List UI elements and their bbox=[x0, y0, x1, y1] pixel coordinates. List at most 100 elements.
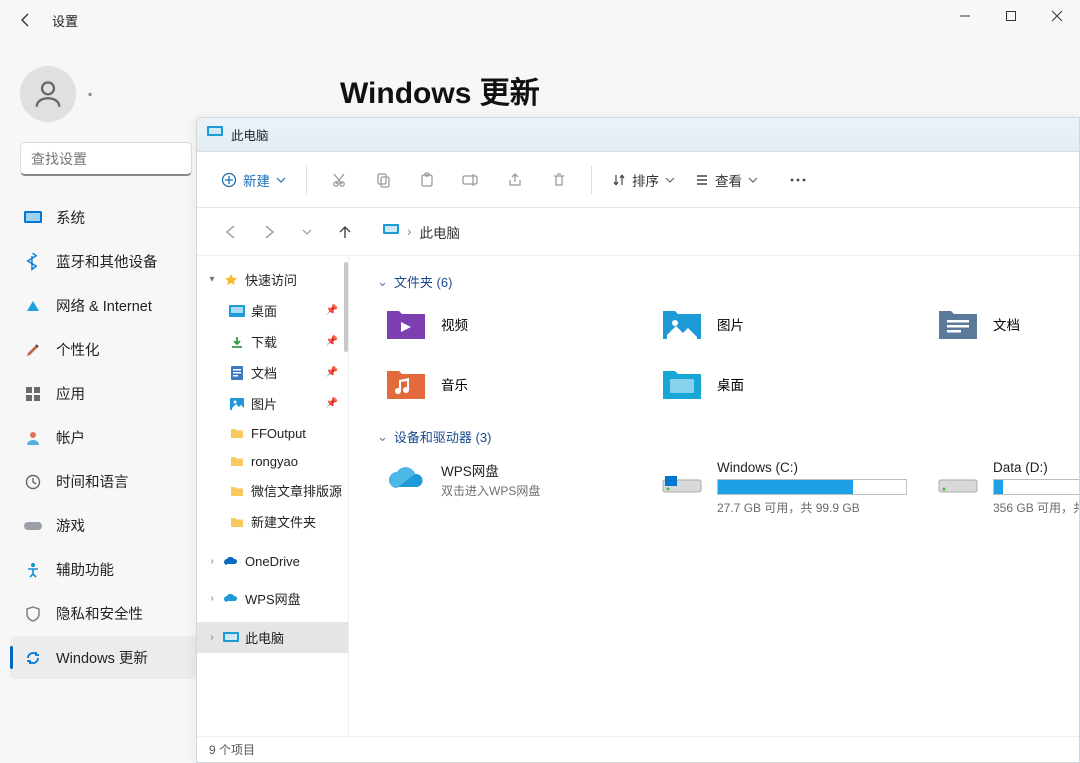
scrollbar[interactable] bbox=[344, 256, 348, 736]
rename-button[interactable] bbox=[451, 162, 491, 198]
folder-icon bbox=[229, 483, 245, 499]
tree-quick-access[interactable]: ▾ 快速访问 bbox=[197, 264, 348, 295]
share-icon bbox=[507, 172, 523, 188]
avatar bbox=[20, 66, 76, 122]
explorer-titlebar[interactable]: 此电脑 bbox=[197, 118, 1079, 152]
pin-icon: 📌 bbox=[326, 336, 338, 347]
new-button[interactable]: 新建 bbox=[213, 164, 294, 196]
address-bar[interactable]: › 此电脑 bbox=[373, 222, 470, 242]
nav-label: 蓝牙和其他设备 bbox=[56, 251, 158, 272]
tree-item-downloads[interactable]: 下载📌 bbox=[197, 326, 348, 357]
nav-recent-dropdown[interactable] bbox=[289, 215, 325, 249]
minimize-button[interactable] bbox=[942, 0, 988, 32]
maximize-button[interactable] bbox=[988, 0, 1034, 32]
drive-icon bbox=[661, 460, 703, 498]
nav-back-button[interactable] bbox=[213, 215, 249, 249]
settings-title: 设置 bbox=[52, 11, 78, 30]
breadcrumb-root[interactable]: 此电脑 bbox=[420, 222, 461, 242]
tree-item-folder[interactable]: rongyao bbox=[197, 447, 348, 475]
tree-item-documents[interactable]: 文档📌 bbox=[197, 357, 348, 388]
nav-gaming[interactable]: 游戏 bbox=[10, 504, 200, 547]
more-button[interactable] bbox=[778, 162, 818, 198]
device-drive-c[interactable]: Windows (C:) 27.7 GB 可用，共 99.9 GB bbox=[653, 456, 923, 520]
settings-titlebar: 设置 bbox=[0, 0, 1080, 40]
chevron-down-icon bbox=[665, 175, 675, 185]
delete-button[interactable] bbox=[539, 162, 579, 198]
tree-onedrive[interactable]: ›OneDrive bbox=[197, 547, 348, 575]
tree-item-folder[interactable]: 新建文件夹 bbox=[197, 506, 348, 537]
nav-label: 系统 bbox=[56, 207, 85, 228]
group-label: 设备和驱动器 (3) bbox=[394, 427, 492, 446]
folder-music[interactable]: 音乐 bbox=[377, 361, 647, 407]
nav-accessibility[interactable]: 辅助功能 bbox=[10, 548, 200, 591]
rename-icon bbox=[462, 173, 480, 187]
downloads-icon bbox=[229, 334, 245, 350]
nav-privacy[interactable]: 隐私和安全性 bbox=[10, 592, 200, 635]
folder-icon bbox=[229, 514, 245, 530]
caret-down-icon: ▾ bbox=[207, 274, 217, 285]
view-button[interactable]: 查看 bbox=[687, 164, 766, 196]
this-pc-icon bbox=[207, 125, 223, 144]
tree-this-pc[interactable]: ›此电脑 bbox=[197, 622, 348, 653]
tree-item-folder[interactable]: 微信文章排版源 bbox=[197, 475, 348, 506]
nav-bluetooth[interactable]: 蓝牙和其他设备 bbox=[10, 240, 200, 283]
folder-icon bbox=[229, 425, 245, 441]
caret-right-icon: › bbox=[207, 556, 217, 567]
folder-videos[interactable]: 视频 bbox=[377, 301, 647, 347]
arrow-up-icon bbox=[337, 224, 353, 240]
share-button[interactable] bbox=[495, 162, 535, 198]
tree-item-pictures[interactable]: 图片📌 bbox=[197, 388, 348, 419]
item-count: 9 个项目 bbox=[209, 741, 255, 758]
device-sub: 双击进入WPS网盘 bbox=[441, 482, 540, 499]
arrow-left-icon bbox=[223, 224, 239, 240]
back-button[interactable] bbox=[10, 4, 42, 36]
this-pc-icon bbox=[223, 630, 239, 646]
nav-forward-button[interactable] bbox=[251, 215, 287, 249]
sort-button[interactable]: 排序 bbox=[604, 164, 683, 196]
nav-time[interactable]: 时间和语言 bbox=[10, 460, 200, 503]
tree-label: 桌面 bbox=[251, 301, 277, 320]
device-drive-d[interactable]: Data (D:) 356 GB 可用，共 bbox=[929, 456, 1079, 520]
nav-up-button[interactable] bbox=[327, 215, 363, 249]
paste-button[interactable] bbox=[407, 162, 447, 198]
close-button[interactable] bbox=[1034, 0, 1080, 32]
search-input[interactable] bbox=[20, 142, 192, 176]
explorer-toolbar: 新建 排序 查看 bbox=[197, 152, 1079, 208]
explorer-navbar: › 此电脑 bbox=[197, 208, 1079, 256]
system-icon bbox=[24, 209, 42, 227]
nav-apps[interactable]: 应用 bbox=[10, 372, 200, 415]
folder-desktop[interactable]: 桌面 bbox=[653, 361, 923, 407]
devices-group-header[interactable]: ⌄ 设备和驱动器 (3) bbox=[377, 427, 1079, 446]
folder-label: 音乐 bbox=[441, 374, 468, 394]
paintbrush-icon bbox=[24, 341, 42, 359]
shield-icon bbox=[24, 605, 42, 623]
folders-group-header[interactable]: ⌄ 文件夹 (6) bbox=[377, 272, 1079, 291]
folder-pictures[interactable]: 图片 bbox=[653, 301, 923, 347]
accounts-icon bbox=[24, 429, 42, 447]
scrollbar-thumb[interactable] bbox=[344, 262, 348, 352]
tree-label: WPS网盘 bbox=[245, 589, 301, 608]
copy-button[interactable] bbox=[363, 162, 403, 198]
caret-down-icon: ⌄ bbox=[377, 429, 388, 445]
nav-system[interactable]: 系统 bbox=[10, 196, 200, 239]
folder-documents[interactable]: 文档 bbox=[929, 301, 1079, 347]
trash-icon bbox=[551, 172, 567, 188]
nav-network[interactable]: 网络 & Internet bbox=[10, 284, 200, 327]
nav-windows-update[interactable]: Windows 更新 bbox=[10, 636, 200, 679]
nav-personalize[interactable]: 个性化 bbox=[10, 328, 200, 371]
separator bbox=[591, 166, 592, 194]
nav-label: 时间和语言 bbox=[56, 471, 129, 492]
tree-item-folder[interactable]: FFOutput bbox=[197, 419, 348, 447]
nav-accounts[interactable]: 帐户 bbox=[10, 416, 200, 459]
ellipsis-icon bbox=[789, 177, 807, 183]
device-wps[interactable]: WPS网盘 双击进入WPS网盘 bbox=[377, 456, 647, 520]
tree-wps[interactable]: ›WPS网盘 bbox=[197, 583, 348, 614]
folder-label: 文档 bbox=[993, 314, 1020, 334]
pin-icon: 📌 bbox=[326, 305, 338, 316]
tree-item-desktop[interactable]: 桌面 📌 bbox=[197, 295, 348, 326]
breadcrumb-separator: › bbox=[407, 224, 412, 239]
nav-label: 个性化 bbox=[56, 339, 100, 360]
cut-button[interactable] bbox=[319, 162, 359, 198]
desktop-folder-icon bbox=[661, 365, 703, 403]
chevron-down-icon bbox=[276, 175, 286, 185]
